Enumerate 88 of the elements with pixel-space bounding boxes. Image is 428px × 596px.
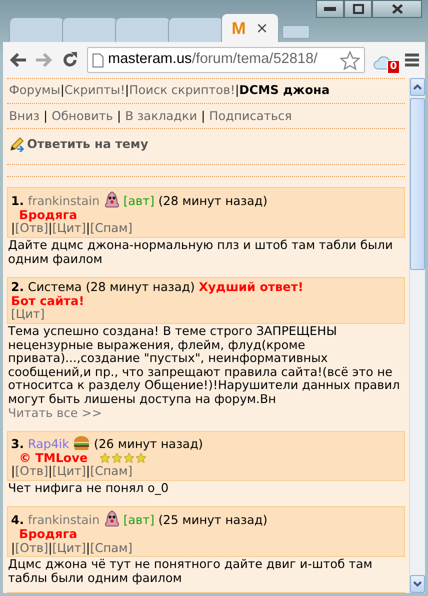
separator: |	[11, 464, 16, 478]
separator: |	[11, 540, 16, 555]
action-link[interactable]: Вниз	[9, 108, 40, 123]
verdict-label: Худший ответ!	[198, 280, 304, 294]
close-button[interactable]	[372, 0, 422, 18]
separator: |	[235, 83, 240, 97]
separator: |	[48, 464, 52, 478]
separator: |	[48, 221, 52, 236]
star-icon[interactable]	[340, 50, 360, 70]
menu-icon[interactable]	[405, 53, 419, 67]
post-number: 4.	[11, 513, 24, 528]
maximize-button[interactable]	[344, 0, 372, 18]
read-more-link[interactable]: Читать все >>	[8, 406, 405, 420]
back-icon[interactable]	[9, 52, 27, 68]
current-topic: DCMS джона	[239, 83, 330, 97]
username-link[interactable]: Система	[28, 280, 82, 294]
post-time: (26 минут назад)	[94, 437, 204, 452]
post-action-link[interactable]: [Спам]	[90, 464, 132, 478]
star-icon	[124, 452, 134, 463]
post-action-link[interactable]: [Спам]	[90, 540, 132, 555]
post-time: (28 минут назад)	[86, 280, 195, 294]
username-link[interactable]: frankinstain	[28, 513, 100, 528]
separator: |	[125, 83, 130, 97]
scroll-up-button[interactable]	[410, 78, 425, 96]
reload-icon[interactable]	[61, 51, 79, 69]
post-action-link[interactable]: [Цит]	[52, 221, 86, 236]
minimize-icon	[324, 7, 336, 11]
post-action-link[interactable]: [Отв]	[15, 464, 48, 478]
minimize-button[interactable]	[316, 0, 344, 18]
post-text: Чет нифига не понял о_0	[8, 482, 170, 496]
separator: |	[86, 540, 90, 555]
post-time: (28 минут назад)	[158, 194, 268, 208]
site-logo: M	[232, 20, 246, 36]
username-link[interactable]: Rap4ik	[28, 437, 70, 452]
user-status: Бродяга	[19, 208, 78, 222]
breadcrumb-link[interactable]: Поиск скриптов!	[129, 83, 236, 97]
post-time: (25 минут назад)	[158, 513, 268, 528]
author-tag: [авт]	[123, 513, 154, 528]
post-number: 1.	[11, 194, 24, 208]
post-action-link[interactable]: [Цит]	[52, 464, 86, 478]
post-action-link[interactable]: [Цит]	[11, 307, 45, 322]
separator: |	[44, 108, 48, 123]
tab-close-button[interactable]: ×	[256, 20, 268, 36]
star-icon	[112, 452, 122, 463]
separator: |	[117, 108, 122, 123]
post-action-link[interactable]: [Отв]	[15, 221, 48, 236]
address-bar[interactable]: masteram.us/forum/tema/52818/	[87, 47, 365, 73]
page-icon	[92, 52, 104, 68]
burger-icon	[73, 435, 90, 452]
notification-badge: 0	[387, 60, 400, 74]
maximize-icon	[352, 4, 364, 14]
post-text: Дайте дцмс джона-нормальную плз и штоб там табли были одним фаилом	[8, 238, 394, 266]
post-action-link[interactable]: [Спам]	[90, 221, 132, 236]
star-icon	[100, 452, 110, 463]
browser-tab[interactable]: M ×	[221, 13, 279, 42]
post-action-link[interactable]: [Отв]	[15, 540, 48, 555]
author-tag: [авт]	[123, 194, 154, 208]
pencil-icon	[9, 137, 25, 152]
caret-up-icon	[413, 84, 422, 90]
caret-down-icon	[413, 581, 422, 587]
url-text: masteram.us/forum/tema/52818/	[108, 50, 318, 70]
separator: |	[86, 464, 90, 478]
post-action-link[interactable]: [Цит]	[52, 540, 86, 555]
action-link[interactable]: В закладки	[125, 108, 198, 123]
scrollbar-thumb[interactable]	[410, 98, 425, 270]
close-icon	[392, 4, 402, 14]
separator: |	[48, 540, 52, 555]
post-number: 3.	[11, 437, 24, 452]
star-icon	[136, 452, 146, 463]
user-status: Бот сайта!	[11, 294, 84, 308]
separator: |	[201, 108, 206, 123]
separator: |	[60, 83, 64, 97]
breadcrumb-link[interactable]: Скрипты!	[64, 83, 126, 97]
separator: |	[11, 221, 16, 236]
user-status: Бродяга	[19, 527, 78, 542]
reply-link[interactable]: Ответить на тему	[27, 138, 148, 152]
creature-icon	[104, 191, 120, 208]
post-text: Тема успешно создана! В теме строго ЗАПРЕЩЕНЫ нецензурные выражения, флейм, флуд(кроме привата)...,создание "пустых", неинформативных сообщений,и пр., что запрещают правила сайта!(всё это не относитса к разделу Общение!)!Нарушители данных правил могут быть лишены доступа на форум.Вн	[8, 324, 401, 406]
action-link[interactable]: Подписаться	[209, 108, 292, 123]
separator: |	[86, 221, 90, 236]
breadcrumb-link[interactable]: Форумы	[9, 83, 60, 97]
post-number: 2.	[11, 280, 24, 294]
creature-icon	[104, 510, 120, 528]
username-link[interactable]: frankinstain	[28, 194, 100, 208]
post-text: Дцмс джона чё тут не понятного дайте двиг и-штоб там таблы были одним фаилом	[8, 558, 374, 586]
scroll-down-button[interactable]	[410, 575, 425, 593]
user-status: © TMLove	[19, 450, 88, 465]
action-link[interactable]: Обновить	[52, 108, 114, 123]
